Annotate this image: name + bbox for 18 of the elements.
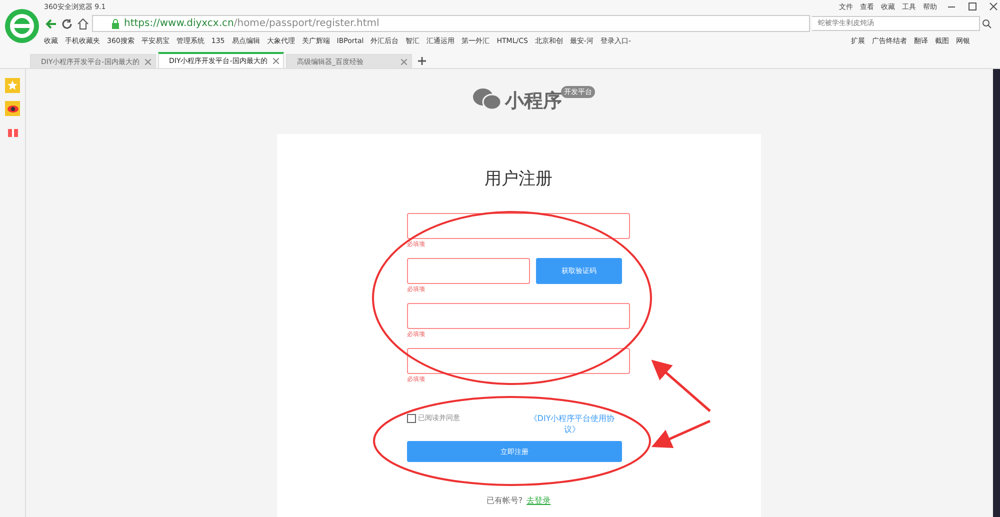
address-bar[interactable]: https://www.diyxcx.cn/home/passport/register.html	[92, 15, 810, 32]
input-field[interactable]	[407, 303, 630, 329]
close-icon[interactable]	[273, 58, 279, 64]
reload-icon[interactable]	[60, 18, 74, 30]
logo-text: 小程序	[505, 89, 562, 114]
input-field[interactable]	[407, 348, 630, 374]
back-icon[interactable]	[44, 18, 58, 30]
input-field[interactable]	[407, 258, 530, 284]
annotation-arrow	[651, 360, 711, 412]
login-prompt: 已有帐号?	[486, 495, 523, 506]
url-text: https://www.diyxcx.cn/home/passport/register.html	[124, 18, 380, 29]
eye-icon[interactable]	[5, 101, 20, 116]
input-field[interactable]	[407, 213, 630, 239]
home-icon[interactable]	[76, 18, 90, 30]
agree-checkbox[interactable]	[407, 414, 416, 423]
form-title: 用户注册	[484, 168, 552, 190]
annotation-arrow	[651, 420, 710, 448]
star-icon[interactable]	[5, 78, 20, 93]
